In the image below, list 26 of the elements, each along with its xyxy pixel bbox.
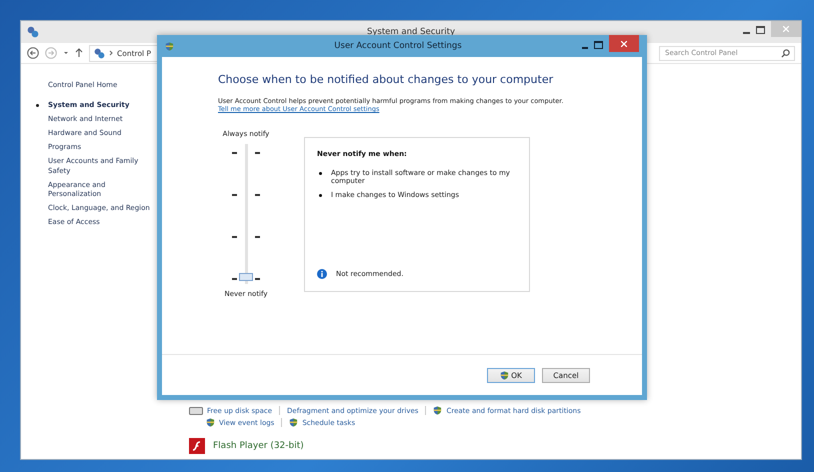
maximize-button[interactable]	[594, 41, 603, 49]
dropdown-caret-icon[interactable]	[63, 50, 69, 56]
control-panel-icon	[27, 26, 39, 38]
control-panel-icon	[94, 48, 105, 58]
slider-thumb[interactable]	[239, 273, 253, 281]
window-title: System and Security	[366, 27, 456, 37]
shield-icon	[165, 42, 174, 50]
dialog-title: User Account Control Settings	[333, 41, 463, 51]
shield-icon	[206, 418, 215, 427]
close-button[interactable]	[609, 35, 639, 52]
chevron-icon	[109, 50, 113, 56]
close-icon	[621, 40, 627, 46]
info-icon	[317, 269, 327, 279]
bullet-icon	[319, 194, 322, 197]
shield-icon	[500, 370, 510, 380]
shield-icon	[289, 418, 298, 427]
close-icon	[783, 26, 789, 32]
flash-player-icon	[189, 438, 205, 454]
maximize-button[interactable]	[756, 26, 765, 34]
shield-icon	[433, 406, 442, 415]
bullet-icon	[319, 172, 322, 175]
back-icon[interactable]	[27, 47, 39, 59]
program-link[interactable]: Flash Player (32-bit)	[213, 441, 304, 451]
up-arrow-icon[interactable]	[75, 48, 83, 58]
search-icon[interactable]	[781, 48, 790, 58]
dialog-heading: Choose when to be notified about changes to your computer	[218, 73, 554, 86]
